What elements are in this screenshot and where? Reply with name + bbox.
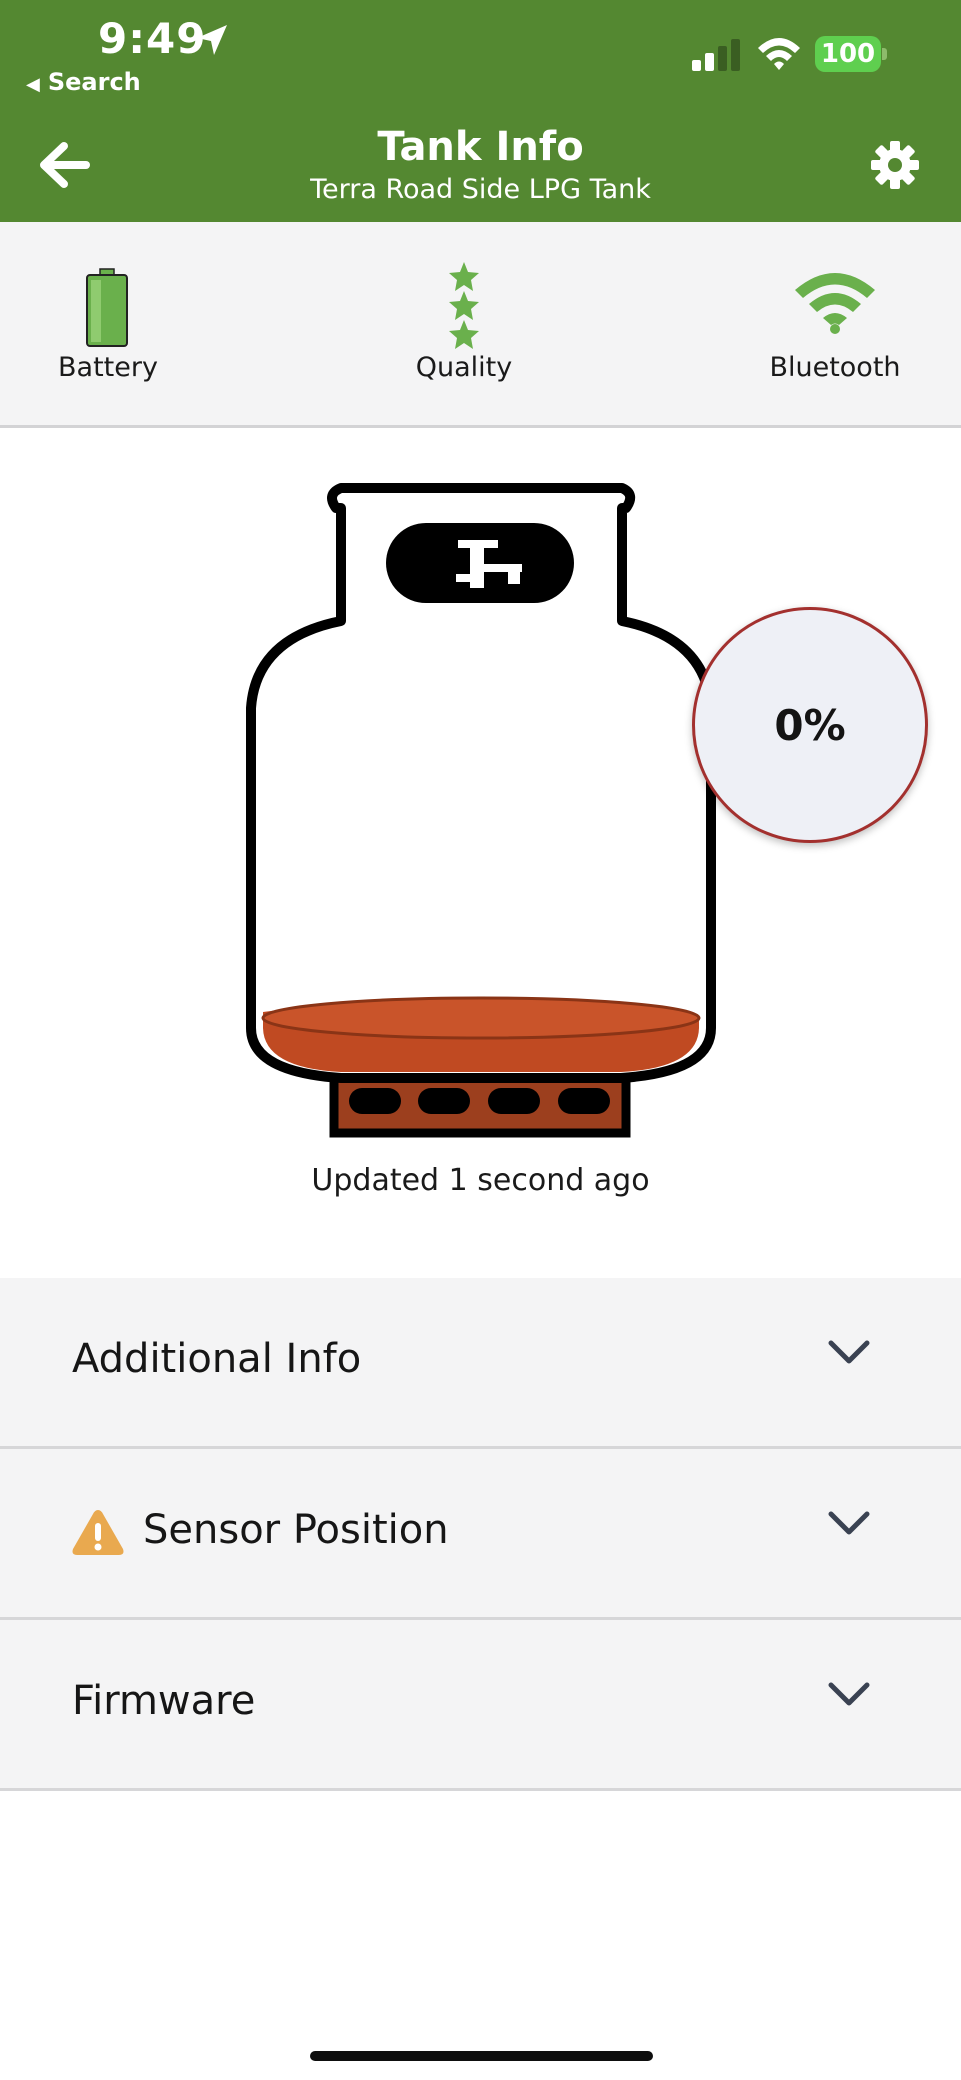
back-triangle-icon: ◀	[26, 74, 40, 95]
cellular-signal-icon	[692, 39, 740, 71]
bluetooth-indicator: Bluetooth	[725, 222, 945, 425]
indicator-row: Battery Quality Bluetooth	[0, 222, 961, 428]
bluetooth-label: Bluetooth	[769, 352, 901, 383]
section-sensor-position[interactable]: Sensor Position	[0, 1449, 961, 1620]
battery-label: Battery	[58, 352, 158, 383]
battery-indicator: Battery	[0, 222, 218, 425]
section-label: Sensor Position	[143, 1507, 449, 1553]
quality-indicator: Quality	[354, 222, 574, 425]
page-title: Tank Info	[377, 124, 584, 170]
chevron-down-icon	[828, 1340, 870, 1364]
header-bar: 9:49 ◀ Search 100 Tank Info Terra Road Si…	[0, 0, 961, 222]
warning-icon	[72, 1510, 124, 1555]
battery-icon	[86, 268, 128, 347]
status-time: 9:49	[98, 14, 207, 63]
back-to-search-link[interactable]: ◀ Search	[26, 68, 141, 96]
info-sections: Additional Info Sensor Position Firmware	[0, 1278, 961, 1791]
section-additional-info[interactable]: Additional Info	[0, 1278, 961, 1449]
chevron-down-icon	[828, 1682, 870, 1706]
last-updated-text: Updated 1 second ago	[311, 1163, 650, 1198]
stars-icon	[449, 262, 479, 349]
home-indicator[interactable]	[310, 2051, 653, 2061]
chevron-down-icon	[828, 1511, 870, 1535]
battery-nub	[882, 48, 887, 60]
wifi-status-icon	[758, 38, 800, 70]
battery-status-indicator: 100	[815, 36, 887, 72]
back-app-label: Search	[47, 68, 141, 96]
tank-visualization: 0% Updated 1 second ago	[0, 428, 961, 1278]
battery-percent: 100	[815, 36, 881, 72]
section-firmware[interactable]: Firmware	[0, 1620, 961, 1791]
tank-name: Terra Road Side LPG Tank	[310, 174, 651, 205]
level-percentage-badge: 0%	[692, 607, 928, 843]
section-label: Firmware	[72, 1678, 256, 1724]
gear-icon[interactable]	[870, 140, 920, 190]
quality-label: Quality	[415, 352, 513, 383]
wifi-signal-icon	[795, 273, 875, 334]
lpg-tank-illustration	[246, 483, 716, 1138]
location-arrow-icon	[197, 25, 227, 55]
section-label: Additional Info	[72, 1336, 362, 1382]
